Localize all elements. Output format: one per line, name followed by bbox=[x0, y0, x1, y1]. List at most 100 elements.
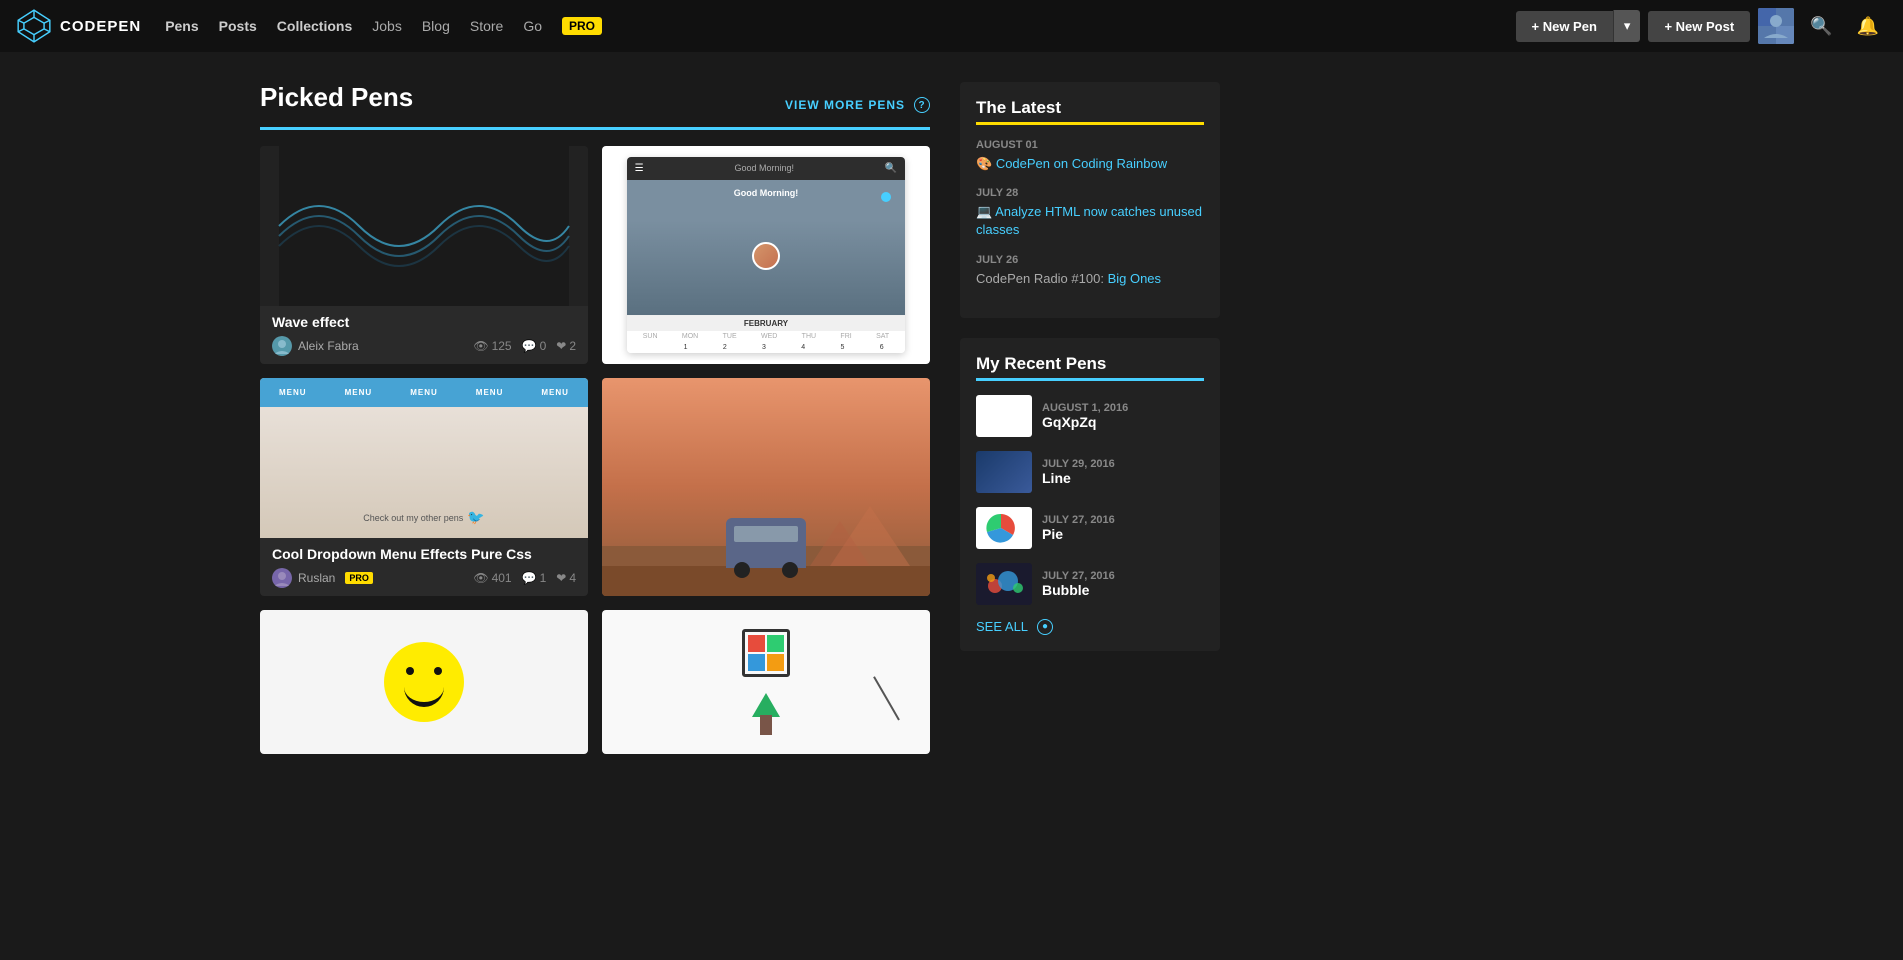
search-button[interactable]: 🔍 bbox=[1802, 12, 1840, 41]
latest-title-bar bbox=[976, 122, 1204, 125]
pen-thumbnail bbox=[602, 610, 930, 754]
search-icon: 🔍 bbox=[1810, 16, 1832, 36]
recent-pen-name: GqXpZq bbox=[1042, 414, 1204, 430]
smiley-mouth bbox=[404, 687, 444, 707]
pro-badge: PRO bbox=[345, 572, 373, 584]
pen-card[interactable]: Soldiers of Fortune Chris Gannon PRO 👁 bbox=[602, 378, 930, 596]
latest-section: The Latest AUGUST 01 🎨 CodePen on Coding… bbox=[960, 82, 1220, 318]
author-avatar bbox=[272, 568, 292, 588]
logo-text: CODEPEN bbox=[60, 18, 141, 35]
section-title: Picked Pens bbox=[260, 82, 413, 113]
pen-info: Wave effect Aleix Fabra 👁 125 bbox=[260, 306, 588, 364]
recent-pen-name: Bubble bbox=[1042, 582, 1204, 598]
pen-thumbnail bbox=[260, 610, 588, 754]
smiley-eye-right bbox=[434, 667, 442, 675]
bell-icon: 🔔 bbox=[1857, 16, 1879, 36]
pen-info: Cool Dropdown Menu Effects Pure Css Rusl… bbox=[260, 538, 588, 596]
pen-card[interactable]: Misc bbox=[602, 610, 930, 754]
new-pen-button-group: + New Pen ▾ bbox=[1516, 10, 1641, 42]
nav-store[interactable]: Store bbox=[470, 18, 503, 34]
pen-title: Cool Dropdown Menu Effects Pure Css bbox=[272, 546, 576, 562]
recent-pens-section: My Recent Pens AUGUST 1, 2016 GqXpZq JUL… bbox=[960, 338, 1220, 651]
recent-pens-title: My Recent Pens bbox=[976, 354, 1204, 374]
main-nav: Pens Posts Collections bbox=[165, 18, 352, 34]
codepen-logo-icon bbox=[16, 8, 52, 44]
recent-pen-date: JULY 27, 2016 bbox=[1042, 514, 1204, 526]
recent-pen-item[interactable]: JULY 27, 2016 Bubble bbox=[976, 563, 1204, 605]
pen-meta: Ruslan PRO 👁 401 💬 1 bbox=[272, 568, 576, 588]
nav-jobs[interactable]: Jobs bbox=[372, 18, 402, 34]
recent-pen-info: JULY 27, 2016 Pie bbox=[1042, 514, 1204, 542]
logo[interactable]: CODEPEN bbox=[16, 8, 141, 44]
section-divider bbox=[260, 127, 930, 130]
pen-stats: 👁 125 💬 0 ❤ 2 bbox=[473, 339, 576, 353]
nav-collections[interactable]: Collections bbox=[277, 18, 352, 34]
see-all-link[interactable]: SEE ALL ● bbox=[976, 619, 1204, 635]
pen-card[interactable]: Wave effect Aleix Fabra 👁 125 bbox=[260, 146, 588, 364]
pen-thumbnail: ☰ Good Morning! 🔍 Good Morning! FEBRUARY… bbox=[602, 146, 930, 364]
recent-pen-info: JULY 27, 2016 Bubble bbox=[1042, 570, 1204, 598]
heart-count: ❤ 2 bbox=[556, 339, 576, 353]
latest-title: The Latest bbox=[976, 98, 1204, 118]
new-pen-button[interactable]: + New Pen bbox=[1516, 11, 1613, 42]
pen-author: Aleix Fabra bbox=[272, 336, 359, 356]
recent-pen-thumbnail bbox=[976, 395, 1032, 437]
nav-blog[interactable]: Blog bbox=[422, 18, 450, 34]
new-post-button[interactable]: + New Post bbox=[1648, 11, 1750, 42]
pen-stats: 👁 401 💬 1 ❤ 4 bbox=[473, 571, 576, 585]
recent-pen-name: Line bbox=[1042, 470, 1204, 486]
go-pro-badge[interactable]: PRO bbox=[562, 17, 602, 35]
sidebar-right: The Latest AUGUST 01 🎨 CodePen on Coding… bbox=[960, 82, 1220, 754]
pen-card[interactable]: MENU MENU MENU MENU MENU Check out my ot… bbox=[260, 378, 588, 596]
recent-pen-name: Pie bbox=[1042, 526, 1204, 542]
smiley-face bbox=[384, 642, 464, 722]
recent-pen-item[interactable]: JULY 27, 2016 Pie bbox=[976, 507, 1204, 549]
header: CODEPEN Pens Posts Collections Jobs Blog… bbox=[0, 0, 1903, 52]
new-pen-dropdown-button[interactable]: ▾ bbox=[1613, 10, 1641, 42]
recent-pen-info: AUGUST 1, 2016 GqXpZq bbox=[1042, 402, 1204, 430]
secondary-nav: Jobs Blog Store Go PRO bbox=[372, 17, 602, 35]
pen-thumbnail: MENU MENU MENU MENU MENU Check out my ot… bbox=[260, 378, 588, 538]
author-name: Ruslan bbox=[298, 571, 335, 585]
recent-pen-thumbnail bbox=[976, 451, 1032, 493]
section-header: Picked Pens VIEW MORE PENS ? bbox=[260, 82, 930, 113]
heart-count: ❤ 4 bbox=[556, 571, 576, 585]
recent-pen-thumbnail bbox=[976, 563, 1032, 605]
author-name: Aleix Fabra bbox=[298, 339, 359, 353]
comment-count: 💬 0 bbox=[522, 339, 547, 353]
nav-pens[interactable]: Pens bbox=[165, 18, 198, 34]
recent-pen-item[interactable]: AUGUST 1, 2016 GqXpZq bbox=[976, 395, 1204, 437]
see-all-info-icon: ● bbox=[1037, 619, 1053, 635]
notifications-button[interactable]: 🔔 bbox=[1849, 12, 1887, 41]
nav-posts[interactable]: Posts bbox=[219, 18, 257, 34]
view-count: 👁 401 bbox=[473, 571, 511, 585]
latest-link[interactable]: CodePen on Coding Rainbow bbox=[996, 156, 1167, 171]
recent-pens-title-bar bbox=[976, 378, 1204, 381]
recent-pen-info: JULY 29, 2016 Line bbox=[1042, 458, 1204, 486]
pen-thumbnail bbox=[260, 146, 588, 306]
header-right: + New Pen ▾ + New Post 🔍 🔔 bbox=[1516, 8, 1887, 44]
main-content: Picked Pens VIEW MORE PENS ? bbox=[0, 52, 1903, 784]
pen-meta: Aleix Fabra 👁 125 💬 0 bbox=[272, 336, 576, 356]
avatar[interactable] bbox=[1758, 8, 1794, 44]
pen-title: Wave effect bbox=[272, 314, 576, 330]
comment-count: 💬 1 bbox=[522, 571, 547, 585]
latest-text: 💻 Analyze HTML now catches unused classe… bbox=[976, 203, 1204, 239]
view-more-pens-link[interactable]: VIEW MORE PENS ? bbox=[785, 97, 930, 113]
latest-link[interactable]: Big Ones bbox=[1108, 271, 1161, 286]
latest-date: JULY 26 bbox=[976, 254, 1204, 266]
recent-pen-date: JULY 27, 2016 bbox=[1042, 570, 1204, 582]
pen-thumbnail bbox=[602, 378, 930, 596]
pen-card[interactable]: ☰ Good Morning! 🔍 Good Morning! FEBRUARY… bbox=[602, 146, 930, 364]
latest-link[interactable]: Analyze HTML now catches unused classes bbox=[976, 204, 1202, 237]
nav-go[interactable]: Go bbox=[523, 18, 542, 34]
latest-item: AUGUST 01 🎨 CodePen on Coding Rainbow bbox=[976, 139, 1204, 173]
pen-card[interactable]: Smiley bbox=[260, 610, 588, 754]
recent-pen-thumbnail bbox=[976, 507, 1032, 549]
latest-date: JULY 28 bbox=[976, 187, 1204, 199]
author-avatar bbox=[272, 336, 292, 356]
latest-item: JULY 28 💻 Analyze HTML now catches unuse… bbox=[976, 187, 1204, 239]
view-count: 👁 125 bbox=[473, 339, 511, 353]
recent-pen-date: AUGUST 1, 2016 bbox=[1042, 402, 1204, 414]
recent-pen-item[interactable]: JULY 29, 2016 Line bbox=[976, 451, 1204, 493]
